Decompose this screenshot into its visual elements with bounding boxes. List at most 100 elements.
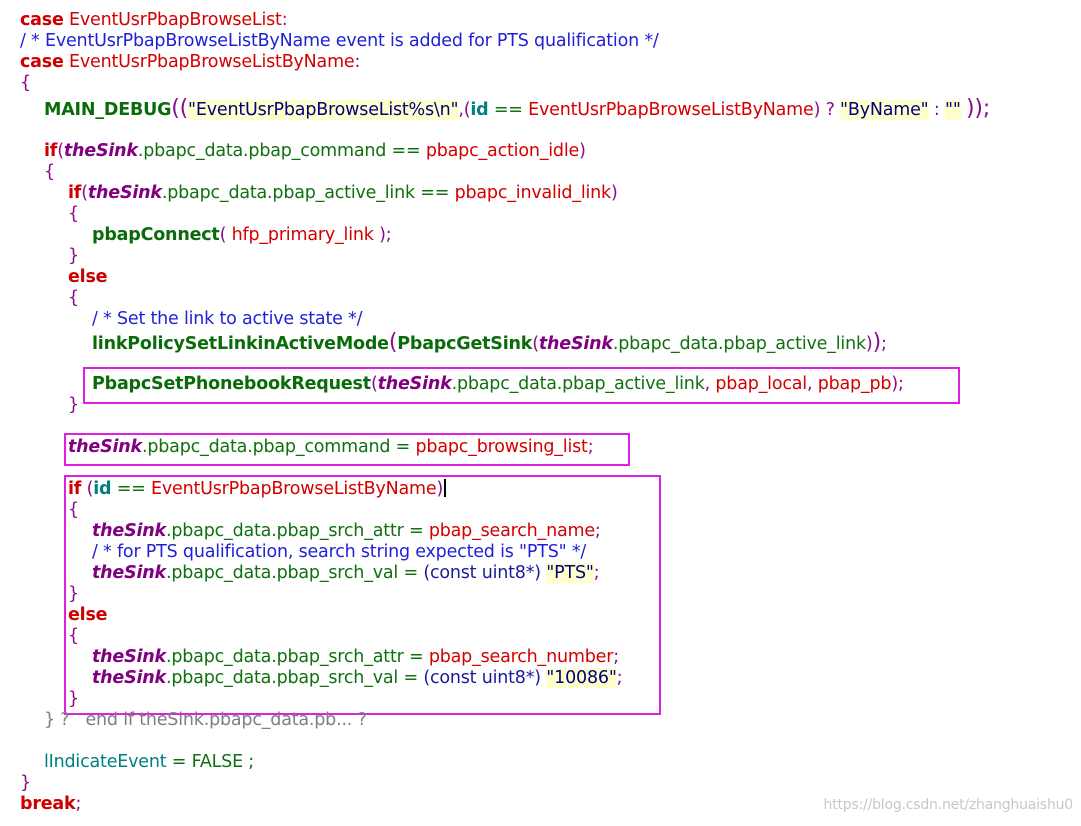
code-line-comment: / * Set the link to active state */ bbox=[92, 309, 362, 330]
enum-value: pbapc_action_idle bbox=[425, 141, 580, 161]
code-line-brace: } bbox=[20, 773, 31, 794]
code-line-brace: { bbox=[68, 288, 79, 309]
member-access: .pbapc_data.pbap_srch_val bbox=[166, 668, 399, 688]
code-line-if-invalid-link: if(theSink.pbapc_data.pbap_active_link =… bbox=[68, 183, 618, 203]
ternary-colon: : bbox=[928, 100, 945, 120]
member-access: .pbapc_data.pbap_srch_val bbox=[166, 563, 399, 583]
equals-operator: == bbox=[111, 479, 152, 499]
the-sink: theSink bbox=[92, 668, 166, 688]
code-line-else: else bbox=[68, 267, 108, 288]
member-access: .pbapc_data.pbap_command bbox=[137, 141, 387, 161]
else-keyword: else bbox=[68, 605, 108, 625]
colon: : bbox=[281, 10, 288, 30]
folded-region-label[interactable]: } ? end if theSink.pbapc_data.pb... ? bbox=[44, 710, 367, 730]
the-sink: theSink bbox=[92, 563, 166, 583]
event-name: EventUsrPbapBrowseListByName bbox=[151, 479, 437, 499]
argument: hfp_primary_link bbox=[231, 225, 374, 245]
id-variable: id bbox=[93, 479, 112, 499]
function-call: PbapcSetPhonebookRequest bbox=[92, 374, 371, 394]
code-line-main-debug: MAIN_DEBUG(("EventUsrPbapBrowseList%s\n"… bbox=[44, 96, 991, 121]
debug-format-string: "EventUsrPbapBrowseList%s\n" bbox=[188, 100, 459, 120]
open-parens: (( bbox=[171, 96, 189, 121]
code-line-comment: / * EventUsrPbapBrowseListByName event i… bbox=[20, 31, 659, 52]
member-access: .pbapc_data.pbap_active_link bbox=[161, 183, 415, 203]
the-sink: theSink bbox=[68, 437, 142, 457]
code-line-brace: { bbox=[68, 626, 79, 647]
code-line-indicate-event: lIndicateEvent = FALSE ; bbox=[44, 752, 254, 773]
open-brace: { bbox=[68, 626, 79, 646]
else-keyword: else bbox=[68, 267, 108, 287]
code-line-if-id: if (id == EventUsrPbapBrowseListByName) bbox=[68, 479, 446, 500]
if-keyword: if bbox=[44, 141, 58, 161]
code-line-comment: / * for PTS qualification, search string… bbox=[92, 542, 586, 563]
variable: lIndicateEvent bbox=[44, 752, 167, 772]
member-access: .pbapc_data.pbap_command bbox=[142, 437, 391, 457]
code-line-set-phonebook: PbapcSetPhonebookRequest(theSink.pbapc_d… bbox=[92, 374, 904, 394]
type-cast: (const uint8*) bbox=[423, 668, 541, 688]
empty-string: "" bbox=[944, 100, 961, 120]
code-line-brace: } bbox=[68, 584, 79, 605]
equals-operator: == bbox=[488, 100, 529, 120]
colon: : bbox=[354, 52, 361, 72]
if-keyword: if bbox=[68, 183, 82, 203]
member-access: .pbapc_data.pbap_active_link bbox=[612, 334, 866, 354]
close-parens: )); bbox=[966, 96, 991, 121]
main-debug-macro: MAIN_DEBUG bbox=[44, 100, 172, 120]
byname-string: "ByName" bbox=[840, 100, 929, 120]
the-sink: theSink bbox=[377, 374, 452, 394]
code-line-link-policy: linkPolicySetLinkinActiveMode(PbapcGetSi… bbox=[92, 330, 887, 355]
enum-value: pbap_search_number bbox=[428, 647, 614, 667]
member-access: .pbapc_data.pbap_srch_attr bbox=[166, 521, 404, 541]
enum-value: pbapc_browsing_list bbox=[415, 437, 588, 457]
case-keyword: case bbox=[20, 10, 64, 30]
event-name: EventUsrPbapBrowseListByName bbox=[69, 52, 355, 72]
the-sink: theSink bbox=[92, 521, 166, 541]
code-comment: / * Set the link to active state */ bbox=[92, 309, 363, 329]
if-keyword: if bbox=[68, 479, 82, 499]
code-comment: / * for PTS qualification, search string… bbox=[92, 542, 587, 562]
event-name: EventUsrPbapBrowseListByName bbox=[528, 100, 814, 120]
code-line-brace: { bbox=[68, 500, 79, 521]
open-brace: { bbox=[68, 500, 79, 520]
code-line-brace: } bbox=[68, 395, 79, 416]
the-sink: theSink bbox=[63, 141, 138, 161]
semicolon: ; bbox=[75, 794, 82, 814]
open-brace: { bbox=[20, 73, 31, 93]
the-sink: theSink bbox=[92, 647, 166, 667]
code-line-brace: } bbox=[68, 689, 79, 710]
member-access: .pbapc_data.pbap_srch_attr bbox=[166, 647, 404, 667]
code-line-pbap-connect: pbapConnect( hfp_primary_link ); bbox=[92, 225, 392, 245]
open-brace: { bbox=[44, 162, 55, 182]
code-comment: / * EventUsrPbapBrowseListByName event i… bbox=[20, 31, 659, 51]
function-call: linkPolicySetLinkinActiveMode bbox=[92, 334, 389, 354]
code-line-srch-val-pts: theSink.pbapc_data.pbap_srch_val = (cons… bbox=[92, 563, 600, 583]
enum-value: pbapc_invalid_link bbox=[454, 183, 612, 203]
argument: pbap_pb bbox=[817, 374, 892, 394]
code-line-if-command-idle: if(theSink.pbapc_data.pbap_command == pb… bbox=[44, 141, 586, 161]
open-brace: { bbox=[68, 204, 79, 224]
code-line-brace: { bbox=[44, 162, 55, 183]
function-call: PbapcGetSink bbox=[397, 334, 533, 354]
type-cast: (const uint8*) bbox=[423, 563, 541, 583]
close-brace: } bbox=[68, 246, 79, 266]
text-cursor bbox=[444, 479, 446, 497]
code-line-break: break; bbox=[20, 794, 81, 815]
function-call: pbapConnect bbox=[92, 225, 220, 245]
id-variable: id bbox=[470, 100, 489, 120]
code-line-case-browse-by-name: case EventUsrPbapBrowseListByName: bbox=[20, 52, 360, 73]
comma-paren: ,( bbox=[458, 100, 471, 120]
code-line-srch-val-number: theSink.pbapc_data.pbap_srch_val = (cons… bbox=[92, 668, 623, 688]
argument: pbap_local bbox=[715, 374, 807, 394]
close-brace: } bbox=[68, 395, 79, 415]
code-line-srch-attr-number: theSink.pbapc_data.pbap_srch_attr = pbap… bbox=[92, 647, 619, 667]
assignment: = FALSE ; bbox=[166, 752, 254, 772]
code-line-else: else bbox=[68, 605, 108, 626]
enum-value: pbap_search_name bbox=[428, 521, 595, 541]
case-keyword: case bbox=[20, 52, 64, 72]
code-line-brace: } bbox=[68, 246, 79, 267]
code-line-fold[interactable]: } ? end if theSink.pbapc_data.pb... ? bbox=[44, 710, 367, 731]
event-name: EventUsrPbapBrowseList bbox=[69, 10, 282, 30]
number-string: "10086" bbox=[546, 668, 617, 688]
code-line-command-assign: theSink.pbapc_data.pbap_command = pbapc_… bbox=[68, 437, 594, 457]
open-brace: { bbox=[68, 288, 79, 308]
